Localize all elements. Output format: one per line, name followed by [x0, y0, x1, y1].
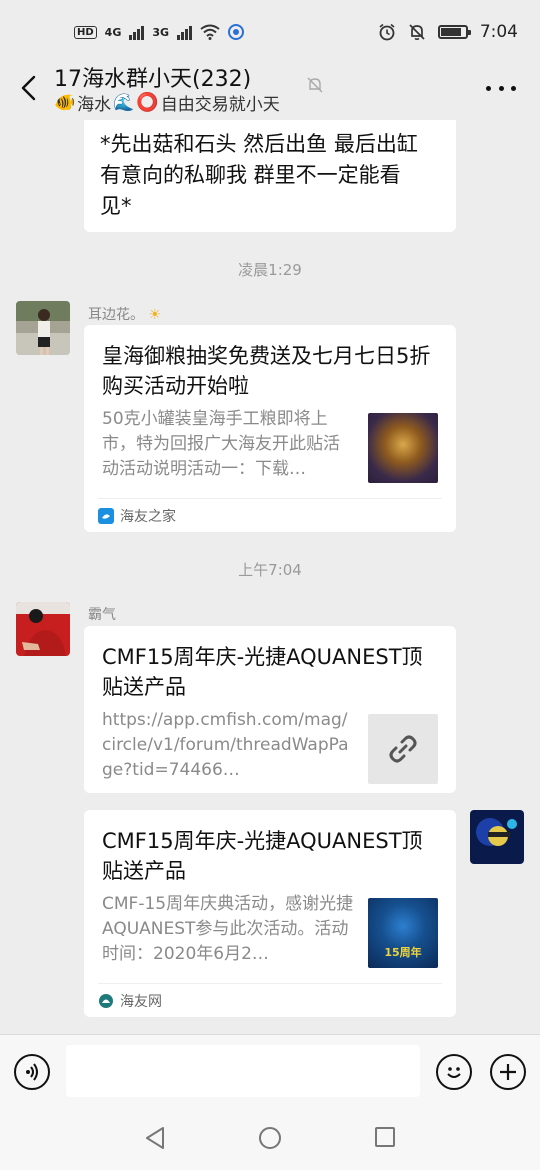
card-title: CMF15周年庆-光捷AQUANEST顶贴送产品: [102, 829, 423, 883]
group-subtitle: 🐠 海水 🌊 ⭕ 自由交易就小天: [54, 90, 280, 115]
sun-emoji-icon: ☀: [148, 307, 162, 323]
network-3g: 3G: [152, 26, 169, 39]
card-source-name: 海友之家: [120, 508, 176, 525]
wave-emoji-icon: 🌊: [113, 92, 135, 113]
status-time: 7:04: [479, 22, 518, 42]
card-source: 海友网: [98, 983, 442, 1017]
card-title: CMF15周年庆-光捷AQUANEST顶贴送产品: [102, 645, 423, 699]
haiyou-home-icon: [98, 507, 114, 524]
emoji-icon: [447, 1067, 461, 1078]
system-nav-bar: [0, 1104, 540, 1170]
link-icon: [389, 735, 417, 763]
subtitle-suffix: 自由交易就小天: [160, 95, 280, 115]
chat-area[interactable]: *先出菇和石头 然后出鱼 最后出缸 有意向的私聊我 群里不一定能看 见* 凌晨1…: [0, 120, 540, 1034]
text-message-line: *先出菇和石头 然后出鱼 最后出缸: [100, 132, 418, 156]
timestamp: 上午7:04: [238, 561, 302, 579]
card-source-name: 海友网: [120, 993, 162, 1010]
voice-button[interactable]: [14, 1054, 50, 1090]
card-description: CMF-15周年庆典活动，感谢光捷AQUANEST参与此次活动。活动时间：202…: [102, 894, 354, 964]
hd-icon: HD: [74, 25, 97, 39]
card-thumbnail: 15周年: [368, 898, 438, 968]
text-message-line: 有意向的私聊我 群里不一定能看: [100, 163, 401, 187]
network-3g-label: 3G: [152, 25, 170, 39]
card-description: 50克小罐装皇海手工粮即将上市，特为回报广大海友开此贴活动活动说明活动一：下载…: [102, 409, 340, 479]
sender-name-text: 耳边花。: [88, 307, 144, 323]
link-card-2[interactable]: CMF15周年庆-光捷AQUANEST顶贴送产品 https://app.cmf…: [84, 626, 456, 793]
text-message-line: 见*: [100, 194, 132, 218]
card-body: CMF-15周年庆典活动，感谢光捷AQUANEST参与此次活动。活动时间：202…: [102, 892, 438, 968]
status-bar: HD 4G 3G 7:04: [0, 0, 540, 64]
signal-icon-2: [177, 24, 193, 40]
link-thumbnail: [368, 714, 438, 784]
card-title: 皇海御粮抽奖免费送及七月七日5折购买活动开始啦: [102, 344, 431, 398]
card-source: 海友之家: [98, 498, 442, 532]
subtitle-text: 海水: [77, 95, 112, 115]
battery-icon: [437, 25, 471, 39]
plus-icon: [500, 1064, 516, 1080]
app-notification-icon: [228, 24, 245, 40]
card-thumbnail: [368, 413, 438, 483]
alarm-icon: [379, 23, 395, 41]
nav-home-icon[interactable]: [258, 1126, 282, 1150]
sender-name: 霸气: [88, 607, 116, 623]
message-input[interactable]: [66, 1045, 420, 1097]
battery-fill: [440, 28, 462, 36]
thumbnail-text: 15周年: [384, 946, 422, 959]
group-title: 17海水群小天(232): [54, 67, 252, 92]
network-4g: 4G: [105, 26, 122, 39]
status-right: 7:04: [378, 22, 518, 42]
fish-emoji-icon: 🐠: [54, 92, 76, 113]
card-body: https://app.cmfish.com/mag/circle/v1/for…: [102, 708, 438, 784]
nav-recents-icon[interactable]: [374, 1126, 396, 1148]
more-icon[interactable]: [486, 76, 516, 100]
chat-header: 17海水群小天(232) 🐠 海水 🌊 ⭕ 自由交易就小天: [0, 56, 540, 120]
add-button[interactable]: [490, 1054, 526, 1090]
signal-icon: [129, 24, 145, 40]
haiyou-net-icon: [99, 993, 113, 1008]
circle-emoji-icon: ⭕: [136, 92, 159, 113]
text-message-bubble[interactable]: *先出菇和石头 然后出鱼 最后出缸 有意向的私聊我 群里不一定能看 见*: [84, 120, 456, 232]
mute-icon: [307, 77, 323, 93]
avatar-baqi[interactable]: [16, 602, 70, 656]
wifi-icon: [200, 24, 220, 40]
avatar-erbianhua[interactable]: [16, 301, 70, 355]
card-body: 50克小罐装皇海手工粮即将上市，特为回报广大海友开此贴活动活动说明活动一：下载…: [102, 407, 438, 483]
voice-icon: [26, 1063, 38, 1081]
nav-back-icon[interactable]: [144, 1126, 166, 1150]
back-icon[interactable]: [18, 74, 42, 102]
sender-name: 耳边花。 ☀: [88, 304, 161, 324]
link-card-1[interactable]: 皇海御粮抽奖免费送及七月七日5折购买活动开始啦 50克小罐装皇海手工粮即将上市，…: [84, 325, 456, 532]
network-4g-label: 4G: [104, 25, 122, 39]
status-left: HD 4G 3G: [74, 23, 245, 41]
emoji-button[interactable]: [436, 1054, 472, 1090]
link-card-3[interactable]: CMF15周年庆-光捷AQUANEST顶贴送产品 CMF-15周年庆典活动，感谢…: [84, 810, 456, 1017]
card-description: https://app.cmfish.com/mag/circle/v1/for…: [102, 710, 349, 780]
notification-off-icon: [409, 24, 425, 40]
avatar-self[interactable]: [470, 810, 524, 864]
timestamp: 凌晨1:29: [238, 261, 302, 279]
input-bar: [0, 1034, 540, 1104]
